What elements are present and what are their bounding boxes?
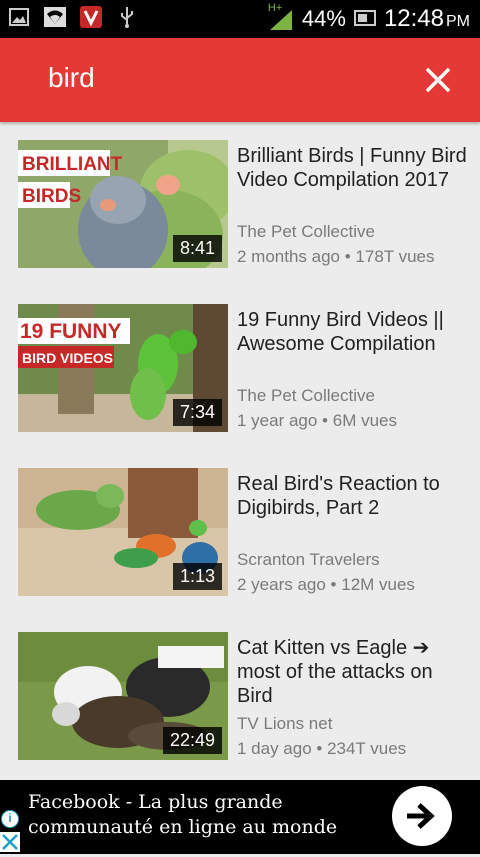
ad-info-icon[interactable]: i bbox=[1, 810, 19, 828]
signal-icon: H+ bbox=[268, 2, 294, 32]
status-bar: H+ 44% 12:48 PM bbox=[0, 0, 480, 38]
video-meta: 1 day ago • 234T vues bbox=[237, 739, 407, 758]
thumbnail-caption-line2: BIRD VIDEOS bbox=[22, 350, 113, 366]
video-meta: 1 year ago • 6M vues bbox=[237, 411, 397, 430]
video-duration: 22:49 bbox=[162, 727, 222, 754]
status-indicators: H+ 44% 12:48 PM bbox=[268, 2, 470, 33]
channel-name: TV Lions net bbox=[237, 714, 333, 733]
result-item[interactable]: BRILLIANT BIRDS 8:41 Brilliant Birds | F… bbox=[0, 140, 480, 300]
notification-icons bbox=[8, 6, 138, 28]
clock-time: 12:48 bbox=[383, 5, 444, 32]
clock-ampm: PM bbox=[446, 13, 470, 30]
video-thumbnail[interactable]: BRILLIANT BIRDS 8:41 bbox=[18, 140, 228, 268]
result-item[interactable]: 19 FUNNY BIRD VIDEOS 7:34 19 Funny Bird … bbox=[0, 304, 480, 464]
video-thumbnail[interactable]: 1:13 bbox=[18, 468, 228, 596]
result-item[interactable]: 22:49 Cat Kitten vs Eagle ➔ most of the … bbox=[0, 632, 480, 792]
video-duration: 1:13 bbox=[172, 563, 222, 590]
channel-name: Scranton Travelers bbox=[237, 550, 380, 569]
thumbnail-caption-line1: 19 FUNNY bbox=[20, 320, 122, 343]
thumbnail-caption-line2: BIRDS bbox=[22, 186, 81, 207]
result-item[interactable]: 1:13 Real Bird's Reaction to Digibirds, … bbox=[0, 468, 480, 628]
video-meta: 2 years ago • 12M vues bbox=[237, 575, 415, 594]
close-icon bbox=[425, 67, 451, 93]
battery-icon bbox=[353, 6, 376, 32]
wifi-icon bbox=[44, 6, 66, 28]
video-thumbnail[interactable]: 22:49 bbox=[18, 632, 228, 760]
close-search-button[interactable] bbox=[424, 66, 452, 94]
search-bar: bird bbox=[0, 38, 480, 122]
vidmate-app-icon bbox=[80, 6, 102, 28]
ad-banner[interactable]: Facebook - La plus grande communauté en … bbox=[0, 780, 480, 854]
channel-name: The Pet Collective bbox=[237, 222, 375, 241]
search-input[interactable]: bird bbox=[48, 62, 95, 94]
video-duration: 8:41 bbox=[172, 235, 222, 262]
channel-name: The Pet Collective bbox=[237, 386, 375, 405]
usb-icon bbox=[116, 6, 138, 28]
ad-close-button[interactable] bbox=[0, 832, 20, 852]
ad-open-button[interactable] bbox=[392, 786, 452, 846]
video-meta: 2 months ago • 178T vues bbox=[237, 247, 435, 266]
video-title[interactable]: Real Bird's Reaction to Digibirds, Part … bbox=[237, 472, 467, 520]
video-title[interactable]: Cat Kitten vs Eagle ➔ most of the attack… bbox=[237, 636, 467, 708]
video-thumbnail[interactable]: 19 FUNNY BIRD VIDEOS 7:34 bbox=[18, 304, 228, 432]
video-title[interactable]: 19 Funny Bird Videos || Awesome Compilat… bbox=[237, 308, 467, 356]
ad-text[interactable]: Facebook - La plus grande communauté en … bbox=[28, 790, 368, 840]
battery-percent: 44% bbox=[301, 6, 346, 31]
close-icon bbox=[2, 834, 18, 850]
arrow-right-icon bbox=[407, 803, 435, 829]
thumbnail-caption-line1: BRILLIANT bbox=[22, 154, 123, 175]
video-title[interactable]: Brilliant Birds | Funny Bird Video Compi… bbox=[237, 144, 467, 192]
video-duration: 7:34 bbox=[172, 399, 222, 426]
image-icon bbox=[8, 6, 30, 28]
